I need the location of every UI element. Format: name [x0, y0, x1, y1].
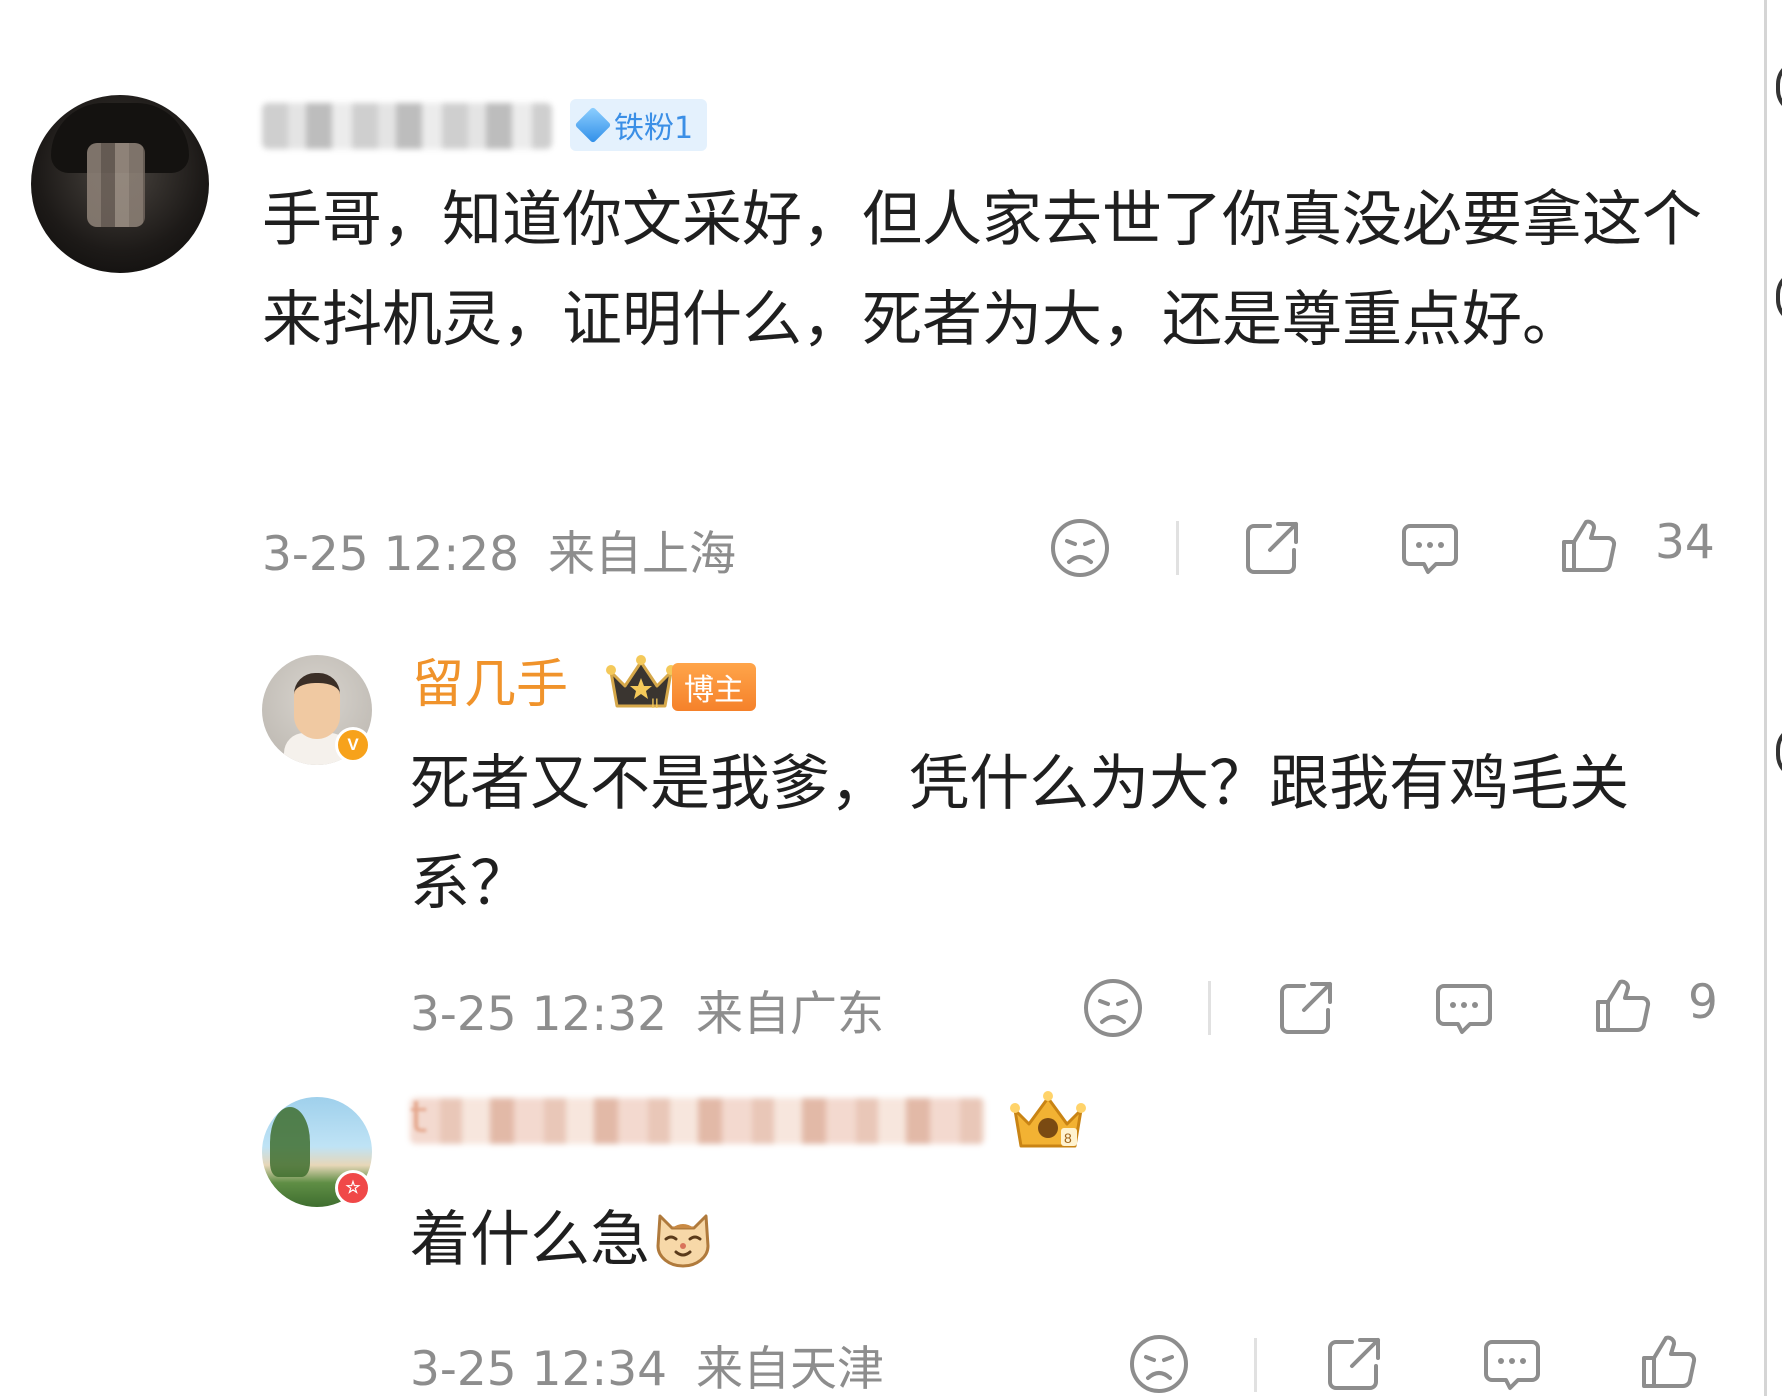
username-blurred[interactable]	[410, 1098, 985, 1144]
action-divider	[1254, 1338, 1257, 1392]
cat-emoji-icon	[656, 1214, 710, 1268]
crown-icon: 8	[1010, 1091, 1086, 1148]
comment-icon[interactable]	[1398, 516, 1462, 580]
share-icon[interactable]	[1322, 1332, 1386, 1396]
adjacent-panel-edge	[1764, 0, 1782, 1396]
comment-text: 死者又不是我爹， 凭什么为大？跟我有鸡毛关系？	[410, 749, 1630, 919]
comment-text: 着什么急	[410, 1190, 1740, 1290]
fan-badge: 铁粉1	[570, 99, 708, 151]
thumbs-up-icon[interactable]	[1556, 514, 1620, 578]
comment-meta: 3-25 12:32 来自广东	[410, 975, 884, 1044]
comment-meta: 3-25 12:34 来自天津	[410, 1330, 884, 1399]
avatar[interactable]	[31, 95, 209, 273]
action-divider	[1208, 981, 1211, 1035]
action-divider	[1176, 521, 1179, 575]
avatar-face-pixelated	[87, 143, 145, 227]
like-count: 9	[1688, 975, 1718, 1030]
author-name[interactable]: 留几手	[412, 652, 568, 718]
comment-location: 来自广东	[696, 987, 885, 1042]
sad-face-icon[interactable]	[1127, 1332, 1191, 1396]
crown-level: II	[651, 695, 659, 711]
comment-location: 来自天津	[696, 1342, 885, 1397]
username-visible-fragment: t	[410, 1092, 428, 1143]
comment-text: 手哥，知道你文采好，但人家去世了你真没必要拿这个来抖机灵，证明什么，死者为大，还…	[262, 185, 1702, 355]
thumbs-up-icon[interactable]	[1590, 974, 1654, 1038]
sad-face-icon[interactable]	[1048, 516, 1112, 580]
crown-icon: II	[606, 655, 676, 711]
comment-icon[interactable]	[1480, 1332, 1544, 1396]
comment-time: 3-25 12:34	[410, 1342, 668, 1397]
crown-level: 8	[1064, 1130, 1072, 1146]
diamond-icon	[574, 106, 612, 144]
comment-meta: 3-25 12:28 来自上海	[262, 515, 736, 584]
blogger-badge: 博主	[672, 663, 756, 711]
share-icon[interactable]	[1240, 516, 1304, 580]
fan-badge-label: 铁粉1	[614, 111, 694, 146]
sad-face-icon[interactable]	[1081, 976, 1145, 1040]
username-blurred[interactable]	[262, 103, 552, 149]
comment-time: 3-25 12:28	[262, 527, 520, 582]
share-icon[interactable]	[1274, 976, 1338, 1040]
comment-time: 3-25 12:32	[410, 987, 668, 1042]
comment-icon[interactable]	[1432, 976, 1496, 1040]
comment-text-content: 着什么急	[410, 1205, 650, 1275]
comment-location: 来自上海	[548, 527, 737, 582]
avatar-head	[294, 673, 340, 739]
verified-badge: ☆	[335, 1170, 371, 1206]
avatar-tree	[270, 1107, 310, 1177]
like-count: 34	[1655, 515, 1715, 570]
verified-badge: V	[335, 727, 371, 763]
thumbs-up-icon[interactable]	[1636, 1330, 1700, 1394]
